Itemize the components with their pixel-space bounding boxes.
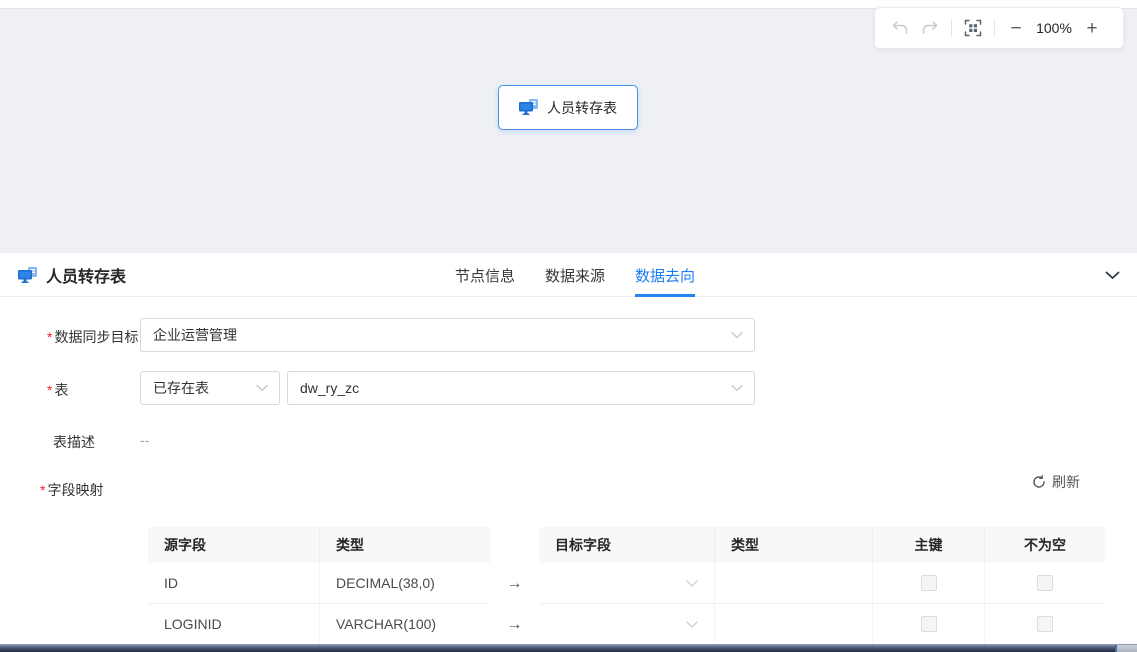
table-label: *表	[47, 380, 68, 400]
col-header-target-type: 类型	[715, 527, 873, 563]
table-dump-icon	[18, 267, 38, 284]
table-name-select[interactable]: dw_ry_zc	[287, 371, 755, 405]
col-header-source-field: 源字段	[148, 527, 320, 563]
sync-target-row: *数据同步目标	[47, 327, 138, 347]
table-desc-value-wrap: --	[140, 432, 149, 448]
col-header-primary-key: 主键	[873, 527, 985, 563]
primary-key-cell	[873, 563, 985, 604]
not-null-checkbox[interactable]	[1037, 616, 1053, 632]
collapse-panel-button[interactable]	[1101, 266, 1123, 284]
target-field-select-cell	[539, 604, 715, 644]
target-field-select[interactable]	[555, 604, 698, 644]
chevron-down-icon	[731, 385, 743, 392]
col-header-source-type: 类型	[320, 527, 490, 563]
refresh-button[interactable]: 刷新	[1032, 472, 1080, 492]
table-row: ID DECIMAL(38,0)	[148, 563, 490, 604]
tab-data-source[interactable]: 数据来源	[545, 253, 605, 297]
zoom-out-button[interactable]: −	[1001, 13, 1031, 43]
flow-node-label: 人员转存表	[547, 98, 617, 118]
mapping-arrow-icon: →	[490, 604, 539, 644]
field-mapping-table: 源字段 类型 ID DECIMAL(38,0) LOGINID VARCHAR(…	[148, 527, 1105, 644]
field-mapping-label: *字段映射	[40, 480, 103, 500]
not-null-cell	[985, 604, 1105, 644]
zoom-in-button[interactable]: +	[1077, 13, 1107, 43]
required-marker: *	[40, 482, 45, 498]
target-type-cell	[715, 604, 873, 644]
primary-key-checkbox[interactable]	[921, 616, 937, 632]
target-type-cell	[715, 563, 873, 604]
source-fields-table: 源字段 类型 ID DECIMAL(38,0) LOGINID VARCHAR(…	[148, 527, 490, 644]
source-type-cell: DECIMAL(38,0)	[320, 563, 490, 604]
table-desc-value: --	[140, 432, 149, 448]
sync-target-label: *数据同步目标	[47, 327, 138, 347]
panel-header: 人员转存表 节点信息 数据来源 数据去向	[0, 253, 1137, 297]
page: 人员转存表	[0, 0, 1137, 652]
primary-key-cell	[873, 604, 985, 644]
target-field-select-cell	[539, 563, 715, 604]
table-name-value: dw_ry_zc	[300, 380, 359, 396]
redo-icon	[921, 20, 939, 36]
tab-node-info[interactable]: 节点信息	[455, 253, 515, 297]
chevron-down-icon	[686, 580, 698, 587]
source-header-row: 源字段 类型	[148, 527, 490, 563]
required-marker: *	[47, 382, 52, 398]
panel-title-text: 人员转存表	[46, 263, 126, 287]
source-type-cell: VARCHAR(100)	[320, 604, 490, 644]
sync-target-select[interactable]: 企业运营管理	[140, 318, 755, 352]
background-window-edge-corner	[1115, 645, 1137, 652]
fit-view-button[interactable]	[958, 13, 988, 43]
panel-title: 人员转存表	[18, 253, 126, 297]
sync-target-value: 企业运营管理	[153, 325, 237, 345]
table-mode-select[interactable]: 已存在表	[140, 371, 280, 405]
node-detail-panel: 人员转存表 节点信息 数据来源 数据去向 *数据同步目标 企业运营管理	[0, 253, 1137, 644]
table-desc-label: 表描述	[53, 432, 95, 452]
background-window-edge	[0, 644, 1137, 652]
fit-view-icon	[964, 19, 982, 37]
target-fields-table: 目标字段 类型 主键 不为空	[539, 527, 1105, 644]
refresh-label: 刷新	[1052, 472, 1080, 492]
table-row: LOGINID VARCHAR(100)	[148, 604, 490, 644]
col-header-not-null: 不为空	[985, 527, 1105, 563]
table-desc-row: 表描述	[53, 432, 95, 452]
table-mode-value: 已存在表	[153, 378, 209, 398]
primary-key-checkbox[interactable]	[921, 575, 937, 591]
panel-tabs: 节点信息 数据来源 数据去向	[455, 253, 695, 297]
chevron-down-icon	[686, 621, 698, 628]
zoom-out-icon: −	[1010, 19, 1021, 38]
toolbar-divider	[994, 19, 995, 37]
table-dump-icon	[519, 99, 539, 116]
undo-icon	[891, 20, 909, 36]
source-field-cell: LOGINID	[148, 604, 320, 644]
tab-data-destination[interactable]: 数据去向	[635, 253, 695, 297]
toolbar-divider	[951, 19, 952, 37]
refresh-icon	[1032, 475, 1046, 489]
table-row	[539, 604, 1105, 644]
mapping-arrow-icon: →	[490, 563, 539, 604]
redo-button[interactable]	[915, 13, 945, 43]
undo-button[interactable]	[885, 13, 915, 43]
table-row	[539, 563, 1105, 604]
required-marker: *	[47, 329, 52, 345]
target-field-select[interactable]	[555, 563, 698, 603]
zoom-in-icon: +	[1086, 19, 1097, 38]
zoom-level: 100%	[1031, 20, 1077, 36]
not-null-cell	[985, 563, 1105, 604]
target-header-row: 目标字段 类型 主键 不为空	[539, 527, 1105, 563]
col-header-target-field: 目标字段	[539, 527, 715, 563]
source-field-cell: ID	[148, 563, 320, 604]
field-mapping-label-row: *字段映射	[40, 480, 103, 500]
chevron-down-icon	[731, 332, 743, 339]
chevron-down-icon	[1105, 271, 1120, 280]
flow-node-personnel-table[interactable]: 人员转存表	[498, 85, 638, 130]
gutter-spacer	[490, 527, 539, 563]
chevron-down-icon	[256, 385, 268, 392]
table-row: *表	[47, 380, 68, 400]
not-null-checkbox[interactable]	[1037, 575, 1053, 591]
mapping-arrow-gutter: → →	[490, 527, 539, 644]
canvas-toolbar: − 100% +	[874, 7, 1124, 49]
